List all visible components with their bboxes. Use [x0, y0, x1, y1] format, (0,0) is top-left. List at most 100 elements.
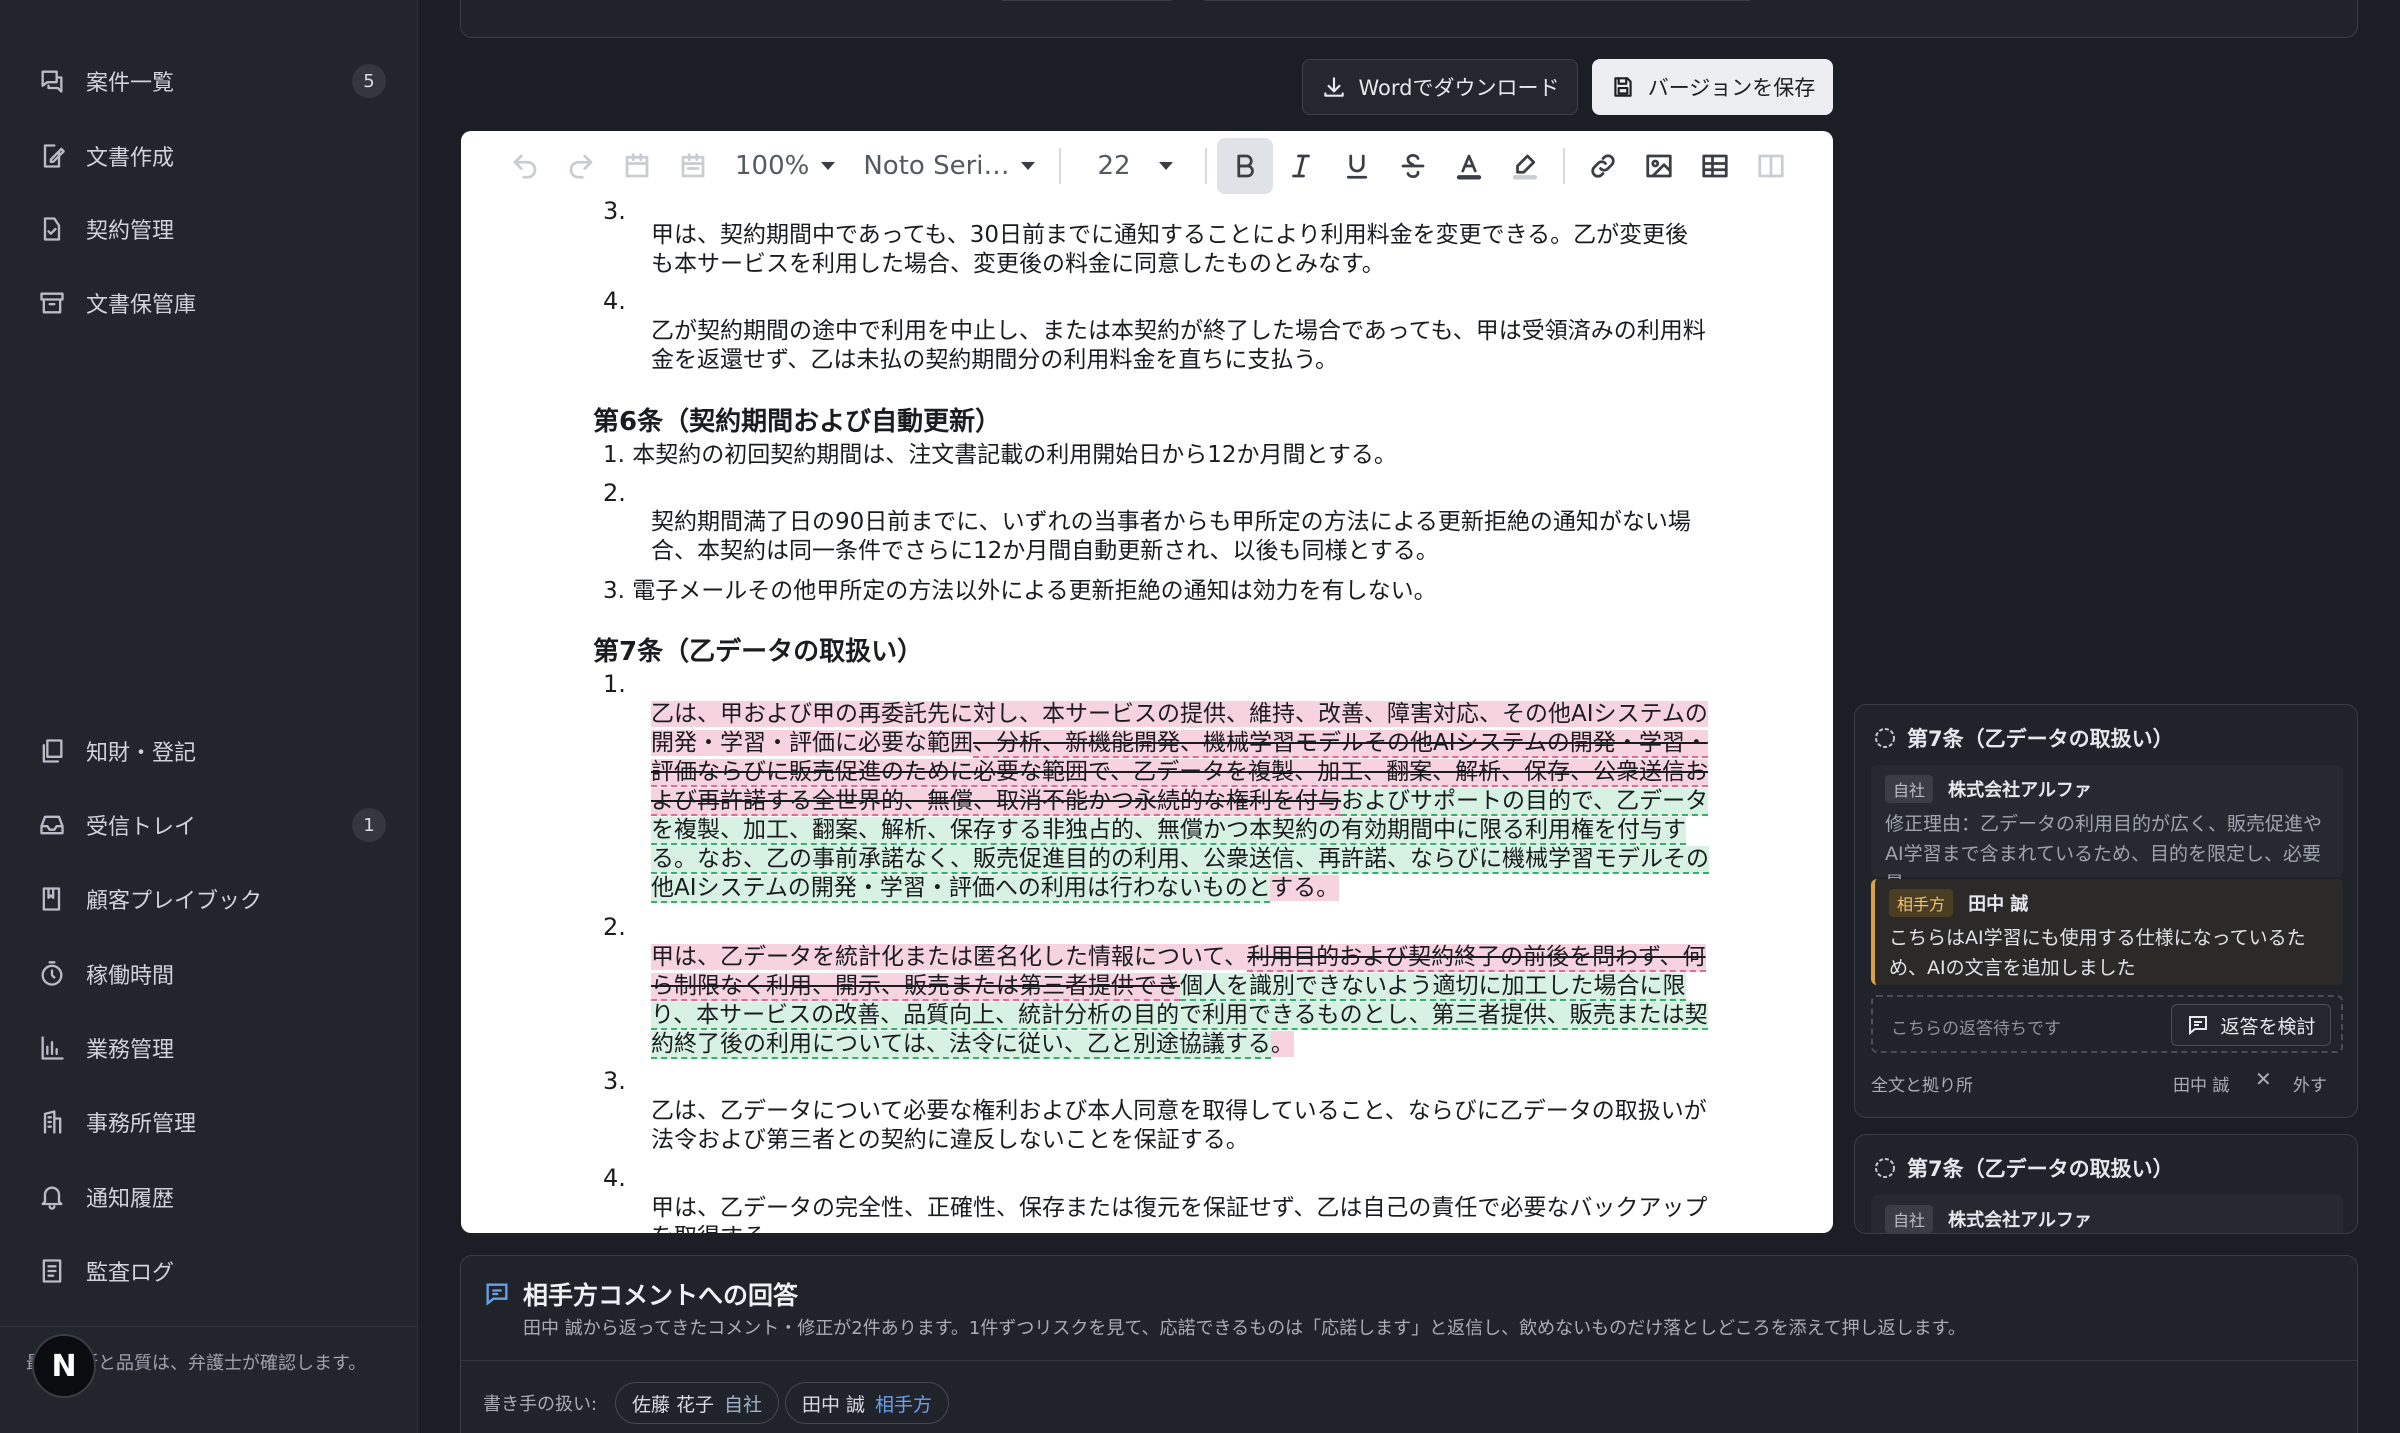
- writer-chip[interactable]: 佐藤 花子 自社: [615, 1382, 780, 1424]
- font-select[interactable]: Noto Seri…: [849, 151, 1049, 181]
- image-icon: [1645, 154, 1672, 178]
- italic-button[interactable]: [1273, 138, 1329, 194]
- sidebar-item-playbook[interactable]: 顧客プレイブック: [24, 870, 386, 928]
- sidebar-item-cases[interactable]: 案件一覧 5: [24, 52, 386, 110]
- count-badge: 5: [352, 64, 386, 98]
- save-version-label: バージョンを保存: [1647, 76, 1816, 100]
- message-icon: [2189, 1016, 2208, 1036]
- sidebar-item-label: 稼働時間: [86, 964, 175, 989]
- redo-button[interactable]: [553, 138, 609, 194]
- sidebar-item-audit-log[interactable]: 監査ログ: [24, 1242, 386, 1300]
- book-icon: [24, 885, 80, 913]
- download-word-button[interactable]: Wordでダウンロード: [1302, 59, 1578, 115]
- sidebar-item-contracts[interactable]: 契約管理: [24, 200, 386, 258]
- count-badge: 1: [352, 808, 386, 842]
- counterparty-tag: 相手方: [1889, 889, 1954, 917]
- remove-button[interactable]: 外す: [2293, 1071, 2327, 1096]
- italic-icon: [1291, 154, 1310, 178]
- writer-name: 佐藤 花子: [632, 1393, 715, 1416]
- sidebar-item-ip-registration[interactable]: 知財・登記: [24, 722, 386, 780]
- sidebar-item-drafting[interactable]: 文書作成: [24, 127, 386, 185]
- full-text-link[interactable]: 全文と拠り所: [1871, 1071, 1973, 1096]
- comment-text: こちらはAI学習にも使用する仕様になっているため、AIの文言を追加しました: [1889, 927, 2306, 979]
- highlight-button[interactable]: [1497, 138, 1553, 194]
- chat-list-icon: [24, 67, 80, 95]
- text-color-button[interactable]: [1441, 138, 1497, 194]
- zoom-value: 100%: [735, 151, 810, 181]
- highlighter-icon: [1512, 154, 1537, 180]
- insert-link-button[interactable]: [1575, 138, 1631, 194]
- insert-date-button[interactable]: [609, 138, 665, 194]
- table-layout-button[interactable]: [1743, 138, 1799, 194]
- insert-image-button[interactable]: [1631, 138, 1687, 194]
- comment-status-icon: [1875, 728, 1895, 748]
- consider-reply-button[interactable]: 返答を検討: [2171, 1004, 2331, 1046]
- close-icon[interactable]: ✕: [2255, 1067, 2272, 1091]
- zoom-select[interactable]: 100%: [721, 151, 849, 181]
- chevron-down-icon: [1158, 162, 1173, 170]
- underline-button[interactable]: [1329, 138, 1385, 194]
- own-tag: 自社: [1885, 775, 1934, 803]
- divider: [461, 1360, 2357, 1361]
- toolbar-divider: [1059, 148, 1062, 184]
- sidebar-item-notifications[interactable]: 通知履歴: [24, 1168, 386, 1226]
- comment-thread[interactable]: 第7条（乙データの取扱い） 自社 株式会社アルファ: [1854, 1134, 2358, 1234]
- text-color-icon: [1456, 154, 1481, 180]
- font-value: Noto Seri…: [863, 151, 1010, 181]
- sidebar-item-office[interactable]: 事務所管理: [24, 1093, 386, 1151]
- writer-name: 田中 誠: [802, 1393, 866, 1416]
- own-comment: 自社 株式会社アルファ: [1871, 1195, 2343, 1233]
- document-body[interactable]: 3. 甲は、契約期間中であっても、30日前までに通知することにより利用料金を変更…: [461, 201, 1833, 1233]
- bold-icon: [1236, 154, 1254, 178]
- link-icon: [1590, 154, 1615, 178]
- sidebar: 案件一覧 5 文書作成 契約管理 文書保管庫 知財・登記 受信トレイ 1 顧客プ…: [0, 0, 418, 1433]
- sidebar-item-label: 事務所管理: [86, 1112, 197, 1137]
- insert-date-range-button[interactable]: [665, 138, 721, 194]
- log-icon: [24, 1257, 80, 1285]
- comment-thread[interactable]: 第7条（乙データの取扱い） 自社 株式会社アルファ 修正理由：乙データの利用目的…: [1854, 704, 2358, 1118]
- list-number: 3.: [603, 1067, 626, 1095]
- font-size-select[interactable]: 22: [1071, 151, 1194, 181]
- inbox-icon: [24, 811, 80, 839]
- sidebar-item-archive[interactable]: 文書保管庫: [24, 274, 386, 332]
- save-version-button[interactable]: バージョンを保存: [1592, 59, 1833, 115]
- building-icon: [24, 1108, 80, 1136]
- sidebar-item-label: 監査ログ: [86, 1261, 175, 1286]
- list-number: 2.: [603, 913, 626, 941]
- contract-icon: [24, 215, 80, 243]
- sidebar-item-work-hours[interactable]: 稼働時間: [24, 945, 386, 1003]
- strikethrough-icon: [1401, 153, 1424, 179]
- table-columns-icon: [1757, 154, 1784, 178]
- comment-author: 株式会社アルファ: [1948, 780, 2092, 801]
- assignee-name: 田中 誠: [2173, 1076, 2230, 1096]
- insert-table-button[interactable]: [1687, 138, 1743, 194]
- bold-button[interactable]: [1216, 138, 1273, 194]
- sidebar-item-inbox[interactable]: 受信トレイ 1: [24, 796, 386, 854]
- reply-panel-icon: [483, 1280, 511, 1312]
- highlighted-text: 。: [1270, 1031, 1294, 1057]
- own-comment: 自社 株式会社アルファ 修正理由：乙データの利用目的が広く、販売促進やAI学習ま…: [1871, 765, 2343, 895]
- bell-icon: [24, 1183, 80, 1211]
- table-icon: [1701, 154, 1728, 178]
- archive-icon: [24, 289, 80, 317]
- top-pill[interactable]: [1199, 0, 1755, 1]
- sidebar-item-label: 受信トレイ: [86, 815, 197, 840]
- paragraph: 甲は、契約期間中であっても、30日前までに通知することにより利用料金を変更できる…: [651, 222, 1689, 277]
- sidebar-item-label: 知財・登記: [86, 741, 197, 766]
- sidebar-item-operations[interactable]: 業務管理: [24, 1019, 386, 1077]
- awaiting-reply-text: こちらの返答待ちです: [1891, 1019, 2061, 1039]
- highlighted-text: する。: [1270, 875, 1340, 901]
- toolbar-divider: [1204, 148, 1207, 184]
- top-pill[interactable]: [997, 0, 1177, 1]
- list-number: 1.: [603, 670, 626, 698]
- strikethrough-button[interactable]: [1385, 138, 1441, 194]
- top-panel: [460, 0, 2358, 38]
- list-number: 3.: [603, 201, 626, 225]
- counterparty-comment: 相手方 田中 誠 こちらはAI学習にも使用する仕様になっているため、AIの文言を…: [1871, 879, 2343, 985]
- list-number: 4.: [603, 1164, 626, 1192]
- document-editor[interactable]: 100% Noto Seri… 22 3. 甲は、契約期間中であっても、30日前…: [461, 131, 1833, 1233]
- avatar[interactable]: N: [32, 1334, 96, 1398]
- writer-chip[interactable]: 田中 誠 相手方: [785, 1382, 950, 1424]
- undo-button[interactable]: [497, 138, 553, 194]
- comment-title-text: 第7条（乙データの取扱い）: [1907, 1157, 2174, 1181]
